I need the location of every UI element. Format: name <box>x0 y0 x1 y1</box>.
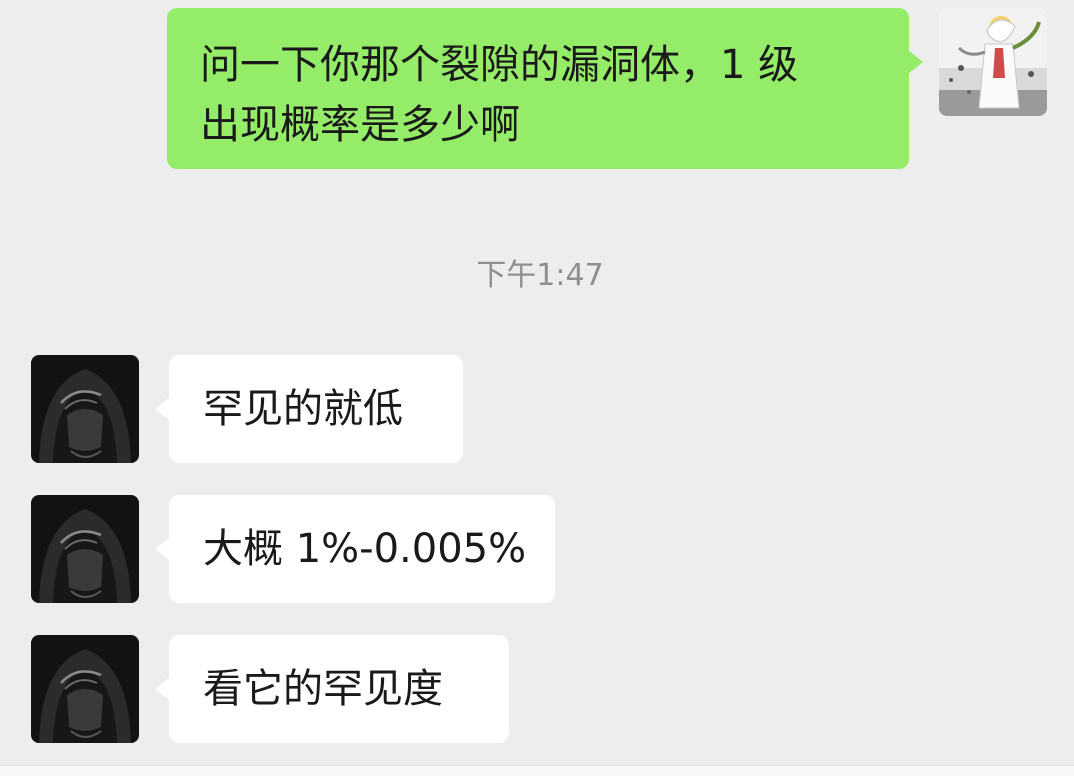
bubble-tail <box>908 50 923 74</box>
bubble-tail <box>155 537 170 561</box>
hooded-figure-avatar-icon <box>31 495 139 603</box>
contact-avatar[interactable] <box>31 635 139 743</box>
contact-avatar[interactable] <box>31 355 139 463</box>
sender-avatar[interactable] <box>939 8 1047 116</box>
anime-character-avatar-icon <box>939 8 1047 116</box>
message-text: 罕见的就低 <box>203 386 403 432</box>
incoming-message-bubble[interactable]: 罕见的就低 <box>155 355 463 463</box>
outgoing-message-bubble[interactable]: 问一下你那个裂隙的漏洞体，1 级 出现概率是多少啊 <box>167 8 923 169</box>
bubble-tail <box>155 397 170 421</box>
chat-area: 问一下你那个裂隙的漏洞体，1 级 出现概率是多少啊 下午1:47 罕见的就低 大… <box>0 0 1074 776</box>
incoming-message-bubble[interactable]: 看它的罕见度 <box>155 635 509 743</box>
message-text: 大概 1%-0.005% <box>203 526 527 572</box>
hooded-figure-avatar-icon <box>31 355 139 463</box>
message-text-line-1: 问一下你那个裂隙的漏洞体，1 级 <box>200 42 799 88</box>
bubble-tail <box>155 677 170 701</box>
message-timestamp: 下午1:47 <box>476 258 604 293</box>
contact-avatar[interactable] <box>31 495 139 603</box>
hooded-figure-avatar-icon <box>31 635 139 743</box>
input-bar-edge <box>0 765 1074 776</box>
message-text-line-2: 出现概率是多少啊 <box>200 102 520 148</box>
message-text: 看它的罕见度 <box>203 666 443 712</box>
incoming-message-bubble[interactable]: 大概 1%-0.005% <box>155 495 555 603</box>
